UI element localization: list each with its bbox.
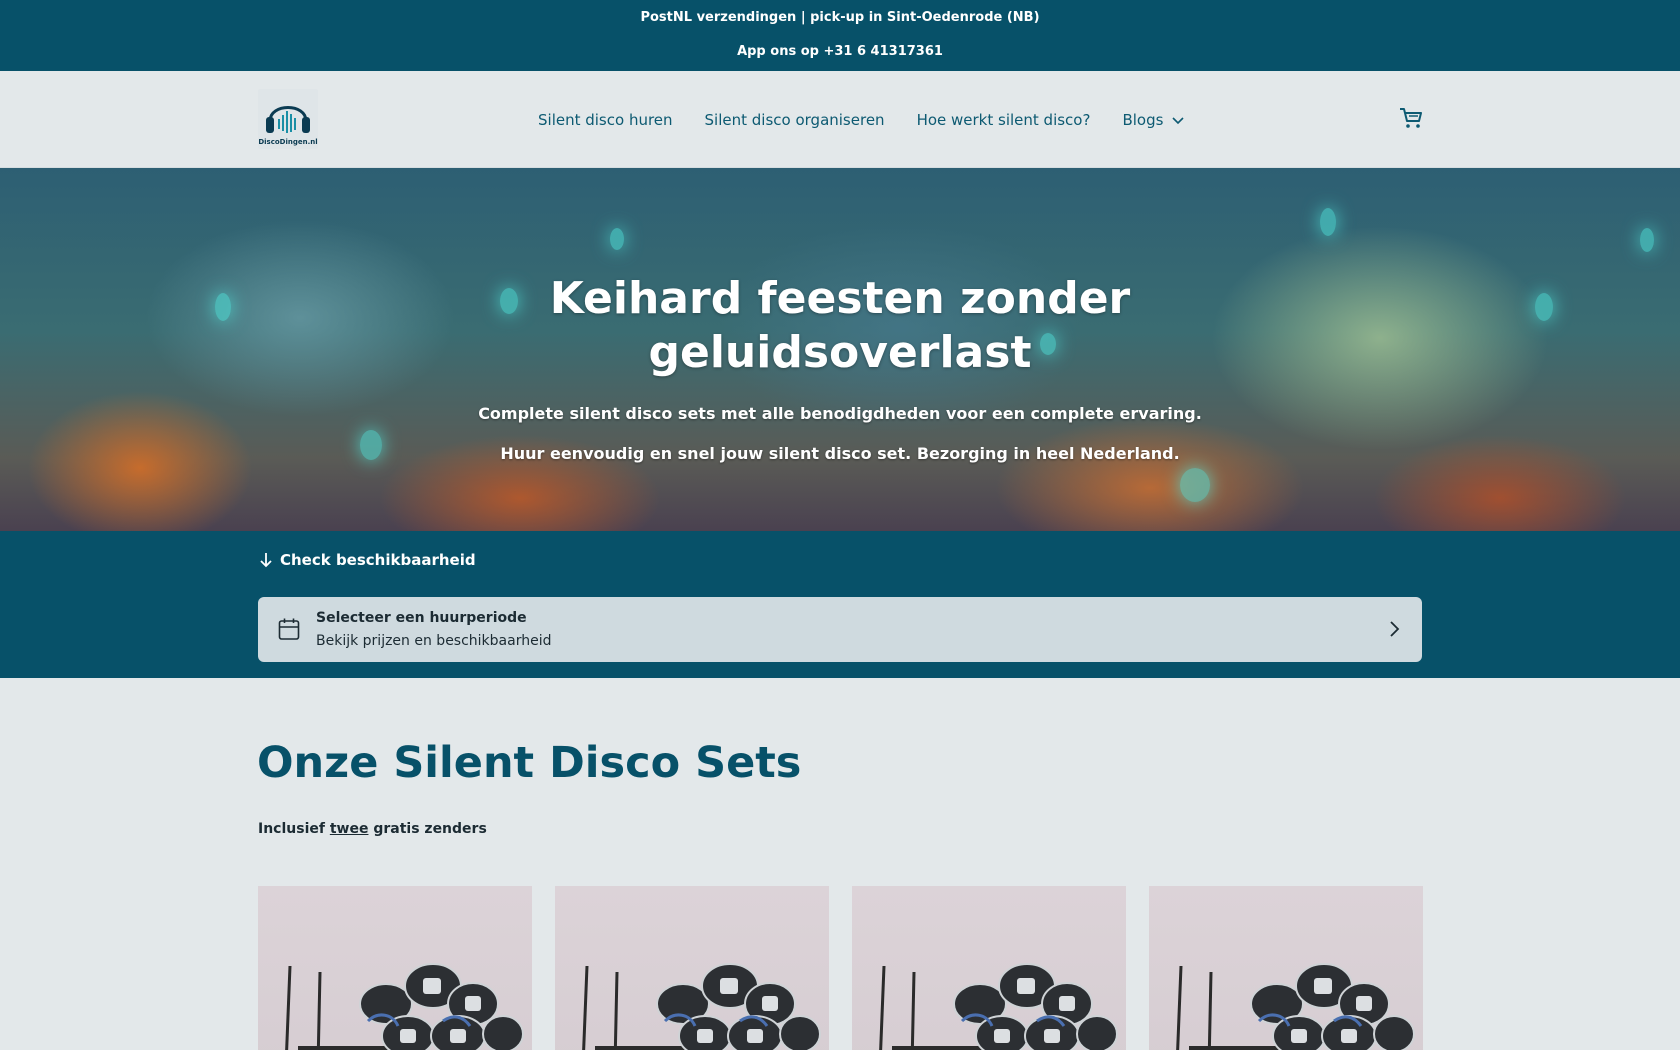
silent-disco-set-image xyxy=(285,963,524,1050)
rental-period-selector[interactable]: Selecteer een huurperiode Bekijk prijzen… xyxy=(258,597,1422,662)
nav-hoe-werkt-silent-disco[interactable]: Hoe werkt silent disco? xyxy=(917,111,1091,129)
announcement-bar: PostNL verzendingen | pick-up in Sint-Oe… xyxy=(0,0,1680,71)
hero-title-line: geluidsoverlast xyxy=(648,327,1032,378)
cart-icon xyxy=(1400,108,1422,128)
chevron-down-icon xyxy=(1172,116,1185,124)
hero-title: Keihard feesten zonder geluidsoverlast xyxy=(0,272,1680,380)
hero-subtitle: Complete silent disco sets met alle beno… xyxy=(478,404,1202,423)
silent-disco-set-image xyxy=(582,963,821,1050)
nav-silent-disco-huren[interactable]: Silent disco huren xyxy=(538,111,673,129)
hero-banner: Keihard feesten zonder geluidsoverlast C… xyxy=(0,168,1680,531)
rental-period-title: Selecteer een huurperiode xyxy=(316,610,527,626)
nav-label: Silent disco huren xyxy=(538,110,673,129)
nav-label: Silent disco organiseren xyxy=(704,110,885,129)
product-card[interactable] xyxy=(1149,886,1423,1050)
nav-silent-disco-organiseren[interactable]: Silent disco organiseren xyxy=(705,111,885,129)
sets-subtitle-prefix: Inclusief xyxy=(258,821,330,837)
site-logo[interactable]: DiscoDingen.nl xyxy=(258,89,318,149)
site-header: DiscoDingen.nl Silent disco huren Silent… xyxy=(0,71,1680,168)
check-availability-label: Check beschikbaarheid xyxy=(258,551,476,569)
rental-period-subtitle: Bekijk prijzen en beschikbaarheid xyxy=(316,633,552,649)
cart-button[interactable] xyxy=(1398,106,1426,134)
nav-label: Blogs xyxy=(1122,110,1164,129)
product-card[interactable] xyxy=(555,886,829,1050)
shipping-notice: PostNL verzendingen | pick-up in Sint-Oe… xyxy=(640,10,1040,25)
silent-disco-set-image xyxy=(879,963,1118,1050)
hero-content: Keihard feesten zonder geluidsoverlast C… xyxy=(0,168,1680,531)
arrow-down-icon xyxy=(260,553,272,568)
sets-subtitle-link[interactable]: twee xyxy=(330,821,369,837)
product-card[interactable] xyxy=(852,886,1126,1050)
sets-heading: Onze Silent Disco Sets xyxy=(257,738,802,788)
calendar-icon xyxy=(278,618,300,640)
product-card[interactable] xyxy=(258,886,532,1050)
product-card-list xyxy=(258,886,1423,1050)
hero-subtitle: Huur eenvoudig en snel jouw silent disco… xyxy=(500,444,1180,463)
silent-disco-set-image xyxy=(1176,963,1415,1050)
check-availability-text: Check beschikbaarheid xyxy=(280,551,476,569)
hero-title-line: Keihard feesten zonder xyxy=(549,273,1131,324)
headphones-icon xyxy=(266,106,310,133)
chevron-right-icon xyxy=(1390,621,1400,637)
logo-text: DiscoDingen.nl xyxy=(258,138,318,146)
sets-subtitle-suffix: gratis zenders xyxy=(368,821,487,837)
sets-subtitle: Inclusief twee gratis zenders xyxy=(258,821,487,837)
main-nav: Silent disco huren Silent disco organise… xyxy=(538,71,1185,168)
availability-section: Check beschikbaarheid Selecteer een huur… xyxy=(0,531,1680,678)
nav-blogs-dropdown[interactable]: Blogs xyxy=(1122,111,1185,129)
nav-label: Hoe werkt silent disco? xyxy=(916,110,1091,129)
